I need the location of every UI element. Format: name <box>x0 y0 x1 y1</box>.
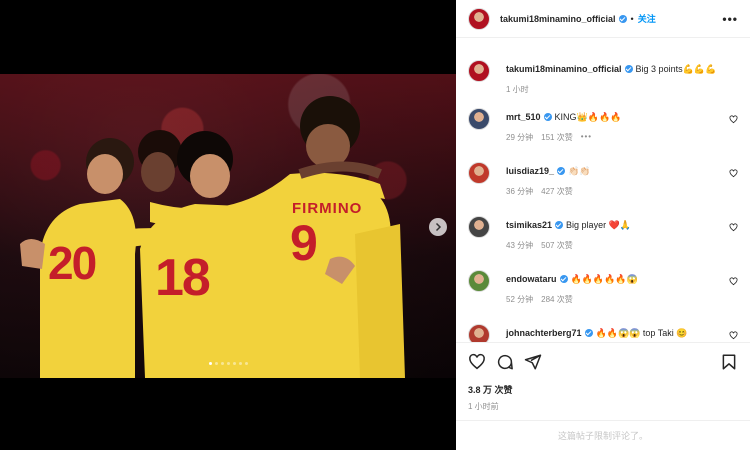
bookmark-icon[interactable] <box>720 353 738 371</box>
verified-badge-icon <box>584 329 593 337</box>
next-slide-button[interactable] <box>429 218 447 236</box>
jersey-number-left: 20 <box>48 237 97 289</box>
slide-dot <box>238 362 242 365</box>
comment-like-count[interactable]: 427 次赞 <box>541 186 573 197</box>
comments-disabled-notice: 这篇帖子限制评论了。 <box>456 420 750 450</box>
slide-dot <box>208 362 212 365</box>
media-panel: 20 18 FIRMINO 9 <box>0 0 456 450</box>
players-illustration <box>20 96 405 378</box>
post-timestamp: 1 小时前 <box>468 402 499 411</box>
verified-badge-icon <box>618 14 627 23</box>
like-count[interactable]: 3.8 万 次赞 <box>468 383 513 396</box>
comment-row: luisdiaz19_ 👏🏻👏🏻 36 分钟 427 次赞 <box>468 162 738 208</box>
commenter-username[interactable]: tsimikas21 <box>506 220 552 230</box>
caption-author[interactable]: takumi18minamino_official <box>506 64 622 74</box>
verified-badge-icon <box>543 113 552 121</box>
slide-dot <box>214 362 218 365</box>
slide-dot <box>220 362 224 365</box>
share-send-icon[interactable] <box>524 353 542 371</box>
commenter-username[interactable]: johnachterberg71 <box>506 328 582 338</box>
verified-badge-icon <box>624 65 633 73</box>
caption-author-avatar[interactable] <box>468 60 490 82</box>
slide-dot <box>232 362 236 365</box>
header-separator: • <box>630 13 634 24</box>
comment-like-count[interactable]: 507 次赞 <box>541 240 573 251</box>
comment-like-icon[interactable] <box>729 115 738 124</box>
comment-row: johnachterberg71 🔥🔥😱😱 top Taki 😊 <box>468 324 738 342</box>
verified-badge-icon <box>557 167 566 175</box>
comment-like-count[interactable]: 284 次赞 <box>541 294 573 305</box>
commenter-avatar[interactable] <box>468 270 490 292</box>
commenter-avatar[interactable] <box>468 108 490 130</box>
comment-like-icon[interactable] <box>729 277 738 286</box>
comment-icon[interactable] <box>496 353 514 371</box>
commenter-avatar[interactable] <box>468 324 490 342</box>
caption-time: 1 小时 <box>506 85 529 94</box>
verified-badge-icon <box>555 221 564 229</box>
caption-row: takumi18minamino_official Big 3 points💪💪💪… <box>468 60 738 100</box>
commenter-username[interactable]: mrt_510 <box>506 112 541 122</box>
comment-text: Big player ❤️🙏 <box>566 220 631 230</box>
comment-like-icon[interactable] <box>729 331 738 340</box>
slide-indicator <box>0 362 456 365</box>
jersey-number-right: 9 <box>290 215 318 271</box>
comment-text: 👏🏻👏🏻 <box>568 166 591 176</box>
comment-time: 36 分钟 <box>506 187 534 196</box>
author-username[interactable]: takumi18minamino_official <box>500 14 616 24</box>
comment-time: 29 分钟 <box>506 133 534 142</box>
comments-list: takumi18minamino_official Big 3 points💪💪💪… <box>456 50 750 342</box>
post-details-panel: takumi18minamino_official • 关注 ••• takum… <box>456 0 750 450</box>
slide-dot <box>226 362 230 365</box>
comment-time: 52 分钟 <box>506 295 534 304</box>
post-header: takumi18minamino_official • 关注 ••• <box>456 0 750 38</box>
comment-row: mrt_510 KING👑🔥🔥🔥 29 分钟 151 次赞 ••• <box>468 108 738 154</box>
commenter-avatar[interactable] <box>468 216 490 238</box>
slide-dot <box>244 362 248 365</box>
follow-button[interactable]: 关注 <box>638 12 656 25</box>
comment-text: 🔥🔥🔥🔥🔥😱 <box>570 274 638 284</box>
comment-text: 🔥🔥😱😱 top Taki 😊 <box>595 328 688 338</box>
commenter-username[interactable]: endowataru <box>506 274 557 284</box>
post-actions: 3.8 万 次赞 1 小时前 <box>456 342 750 420</box>
more-options-icon[interactable]: ••• <box>722 12 738 26</box>
commenter-avatar[interactable] <box>468 162 490 184</box>
post-photo[interactable]: 20 18 FIRMINO 9 <box>0 74 456 378</box>
comment-text: KING👑🔥🔥🔥 <box>554 112 622 122</box>
comment-row: tsimikas21 Big player ❤️🙏 43 分钟 507 次赞 <box>468 216 738 262</box>
like-heart-icon[interactable] <box>468 353 486 371</box>
comment-like-count[interactable]: 151 次赞 <box>541 132 573 143</box>
caption-text: Big 3 points💪💪💪 <box>635 64 717 74</box>
post-viewer: 20 18 FIRMINO 9 takumi18minamino_officia… <box>0 0 750 450</box>
chevron-right-icon <box>435 222 442 232</box>
verified-badge-icon <box>559 275 568 283</box>
comment-like-icon[interactable] <box>729 223 738 232</box>
comment-time: 43 分钟 <box>506 241 534 250</box>
jersey-number-center: 18 <box>155 249 211 307</box>
commenter-username[interactable]: luisdiaz19_ <box>506 166 554 176</box>
comment-row: endowataru 🔥🔥🔥🔥🔥😱 52 分钟 284 次赞 <box>468 270 738 316</box>
comment-more-options[interactable]: ••• <box>581 132 592 143</box>
comment-like-icon[interactable] <box>729 169 738 178</box>
author-avatar[interactable] <box>468 7 490 30</box>
